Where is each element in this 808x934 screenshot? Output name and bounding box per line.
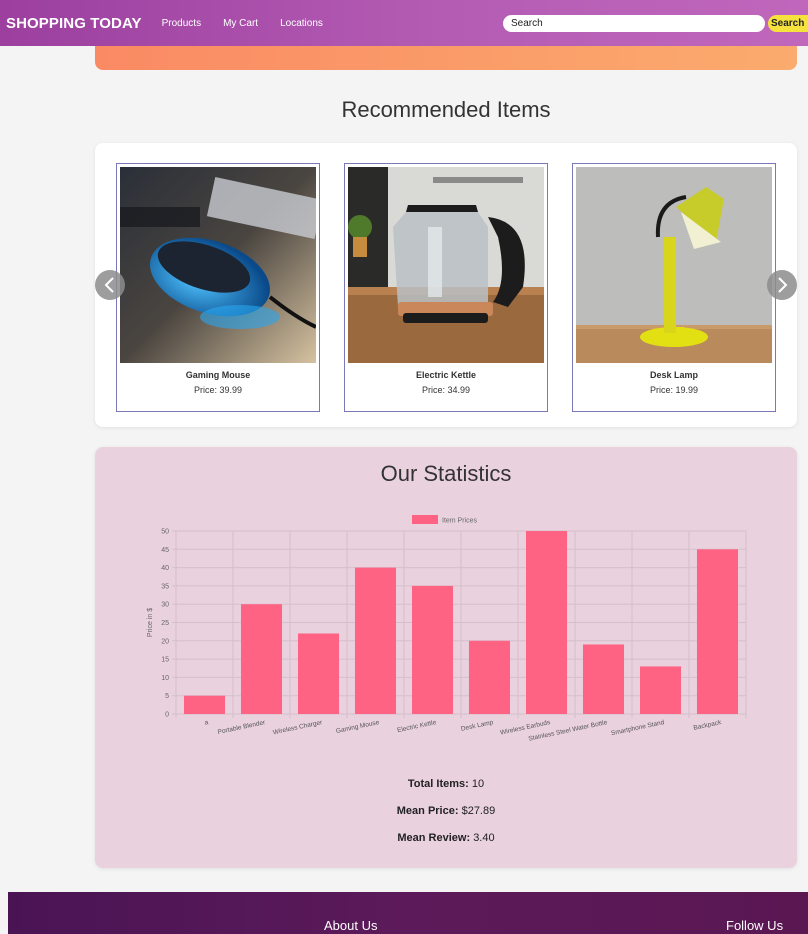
mean-price-stat: Mean Price: $27.89 [95, 805, 797, 817]
carousel-prev-button[interactable] [95, 270, 125, 300]
mean-review-label: Mean Review: [397, 832, 471, 844]
bar [354, 567, 397, 714]
bar [525, 531, 568, 714]
product-price: Price: 34.99 [421, 385, 471, 395]
hero-banner [95, 46, 797, 70]
mean-price-label: Mean Price: [396, 805, 459, 817]
y-axis-label: Price in $ [147, 608, 154, 637]
bar [582, 644, 625, 714]
footer-about-link[interactable]: About Us [324, 918, 377, 933]
product-card-gaming-mouse[interactable]: Gaming Mouse Price: 39.99 [116, 163, 320, 412]
footer-follow-link[interactable]: Follow Us [726, 918, 783, 933]
x-tick-label: Smartphone Stand [610, 719, 665, 737]
legend-label: Item Prices [442, 518, 478, 525]
product-price: Price: 39.99 [193, 385, 243, 395]
y-tick-label: 40 [161, 565, 169, 572]
x-tick-label: Wireless Charger [272, 719, 323, 736]
product-name: Electric Kettle [415, 370, 477, 380]
mean-review-value: 3.40 [473, 832, 495, 844]
y-tick-label: 10 [161, 675, 169, 682]
total-items-label: Total Items: [407, 778, 469, 790]
desk-lamp-image[interactable] [576, 167, 772, 363]
y-tick-label: 25 [161, 620, 169, 627]
y-tick-label: 15 [161, 657, 169, 664]
product-name: Desk Lamp [649, 370, 699, 380]
y-tick-label: 35 [161, 583, 169, 590]
total-items-stat: Total Items: 10 [95, 778, 797, 790]
chevron-right-icon [778, 277, 788, 293]
footer: About Us Follow Us [8, 892, 808, 934]
bar [297, 633, 340, 714]
price-bar-chart: 0 5 10 15 20 25 30 35 40 45 50 a Portable Blender Wir… [147, 515, 747, 743]
product-price: Price: 19.99 [649, 385, 699, 395]
y-tick-label: 5 [165, 693, 169, 700]
bar [183, 695, 226, 714]
bar [240, 604, 283, 714]
nav-link-products[interactable]: Products [162, 18, 201, 29]
x-tick-label: Portable Blender [217, 719, 267, 736]
y-tick-label: 50 [161, 529, 169, 536]
legend-swatch [412, 515, 438, 524]
x-tick-label: Desk Lamp [460, 719, 494, 733]
y-tick-label: 0 [165, 712, 169, 719]
y-tick-label: 20 [161, 638, 169, 645]
electric-kettle-image[interactable] [348, 167, 544, 363]
gaming-mouse-image[interactable] [120, 167, 316, 363]
x-tick-label: Backpack [693, 719, 723, 732]
mean-review-stat: Mean Review: 3.40 [95, 832, 797, 844]
x-tick-label: a [204, 719, 209, 727]
product-card-electric-kettle[interactable]: Electric Kettle Price: 34.99 [344, 163, 548, 412]
product-name: Gaming Mouse [185, 370, 251, 380]
nav-link-my-cart[interactable]: My Cart [223, 18, 258, 29]
bar [468, 640, 511, 714]
y-tick-label: 45 [161, 547, 169, 554]
bar [696, 549, 739, 714]
x-tick-label: Electric Kettle [397, 719, 438, 734]
recommended-carousel: Gaming Mouse Price: 39.99 Electric Kettl… [95, 143, 797, 427]
mean-price-value: $27.89 [461, 805, 496, 817]
recommended-title: Recommended Items [341, 97, 551, 122]
bar [411, 585, 454, 714]
search-button[interactable]: Search [768, 15, 808, 32]
bar [639, 666, 682, 714]
nav-link-locations[interactable]: Locations [280, 18, 323, 29]
statistics-title: Our Statistics [380, 461, 512, 486]
y-tick-label: 30 [161, 602, 169, 609]
brand-logo[interactable]: SHOPPING TODAY [6, 15, 142, 32]
navbar: SHOPPING TODAY Products My Cart Location… [0, 0, 808, 46]
search-input[interactable] [503, 15, 765, 32]
chevron-left-icon [104, 277, 114, 293]
product-card-desk-lamp[interactable]: Desk Lamp Price: 19.99 [572, 163, 776, 412]
x-tick-label: Gaming Mouse [335, 719, 380, 735]
carousel-next-button[interactable] [767, 270, 797, 300]
total-items-value: 10 [471, 778, 485, 790]
